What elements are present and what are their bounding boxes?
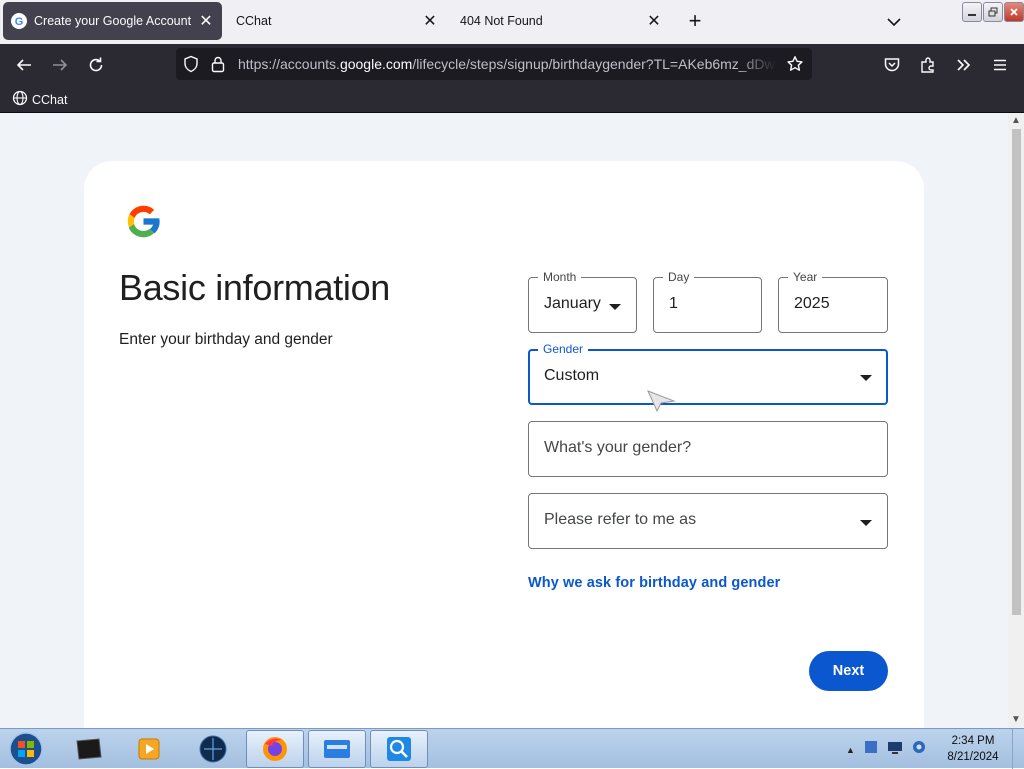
day-label: Day xyxy=(663,269,695,285)
bookmarks-toolbar: CChat xyxy=(0,85,1024,113)
forward-arrow-icon[interactable] xyxy=(46,51,74,79)
bookmark-label: CChat xyxy=(32,92,68,107)
url-fade xyxy=(736,48,776,80)
month-label: Month xyxy=(538,269,582,285)
clock-time: 2:34 PM xyxy=(951,735,995,747)
tab-label: 404 Not Found xyxy=(460,14,543,28)
day-input[interactable]: Day 1 xyxy=(653,269,762,333)
tab-close-icon[interactable]: ✕ xyxy=(194,9,218,33)
system-tray: ▲ xyxy=(846,739,927,760)
restore-window-button[interactable] xyxy=(983,2,1003,22)
clock-date: 8/21/2024 xyxy=(947,751,999,763)
windows-taskbar: ▲ 2:34 PM 8/21/2024 xyxy=(0,728,1024,769)
close-window-button[interactable] xyxy=(1004,2,1024,22)
why-birthday-gender-link[interactable]: Why we ask for birthday and gender xyxy=(528,575,780,591)
bookmark-star-icon[interactable] xyxy=(786,55,804,78)
reload-icon[interactable] xyxy=(82,51,110,79)
extensions-puzzle-icon[interactable] xyxy=(914,51,942,79)
tab-label: CChat xyxy=(236,14,272,28)
show-hidden-icons-arrow-icon[interactable]: ▲ xyxy=(846,745,855,755)
pocket-icon[interactable] xyxy=(878,51,906,79)
url-prefix: https://accounts. xyxy=(238,56,340,72)
custom-gender-placeholder: What's your gender? xyxy=(544,439,692,456)
mouse-cursor-icon xyxy=(646,389,676,418)
hamburger-menu-icon[interactable] xyxy=(986,51,1014,79)
tab-close-icon[interactable]: ✕ xyxy=(418,9,442,33)
window-controls xyxy=(962,2,1024,22)
tray-display-icon[interactable] xyxy=(887,739,903,760)
bookmark-cchat[interactable]: CChat xyxy=(12,90,67,109)
overflow-double-chevron-icon[interactable] xyxy=(950,51,978,79)
url-text[interactable]: https://accounts.google.com/lifecycle/st… xyxy=(238,56,776,72)
day-value: 1 xyxy=(669,295,678,312)
page-title: Basic information xyxy=(119,267,391,308)
tray-app-icon[interactable] xyxy=(863,739,879,760)
url-path: /lifecycle/steps/signup/birthdaygender?T… xyxy=(412,56,776,72)
gender-label: Gender xyxy=(538,341,589,357)
next-button[interactable]: Next xyxy=(809,651,888,691)
month-select[interactable]: Month January xyxy=(528,269,637,333)
back-arrow-icon[interactable] xyxy=(10,51,38,79)
taskbar-clock[interactable]: 2:34 PM 8/21/2024 xyxy=(940,733,1006,765)
tab-label: Create your Google Account xyxy=(34,14,192,28)
firefox-icon[interactable] xyxy=(246,730,304,768)
google-logo-icon xyxy=(123,201,164,242)
search-app-icon[interactable] xyxy=(370,730,428,768)
dropdown-caret-icon xyxy=(609,304,621,310)
tracking-protection-shield-icon[interactable] xyxy=(182,55,200,78)
scroll-up-arrow-icon[interactable]: ▲ xyxy=(1011,116,1021,126)
month-value: January xyxy=(544,295,601,312)
start-button-windows-orb-icon[interactable] xyxy=(6,731,46,767)
url-domain: google.com xyxy=(339,56,413,72)
dropdown-caret-icon xyxy=(860,375,872,381)
gender-select[interactable]: Gender Custom xyxy=(528,341,888,405)
scrollbar-thumb[interactable] xyxy=(1012,129,1021,615)
tab-create-google-account[interactable]: G Create your Google Account ✕ xyxy=(3,2,222,40)
page-scrollbar[interactable]: ▲ ▼ xyxy=(1008,113,1024,728)
pronoun-placeholder: Please refer to me as xyxy=(544,511,697,528)
year-value: 2025 xyxy=(794,295,830,312)
media-player-icon[interactable] xyxy=(120,730,178,768)
window-app-icon[interactable] xyxy=(308,730,366,768)
taskbar-terminal-app-icon[interactable] xyxy=(60,730,118,768)
list-all-tabs-chevron-down-icon[interactable] xyxy=(882,10,906,34)
tab-404-not-found[interactable]: 404 Not Found ✕ xyxy=(452,2,670,40)
year-input[interactable]: Year 2025 xyxy=(778,269,888,333)
network-icon[interactable] xyxy=(184,730,242,768)
tab-close-icon[interactable]: ✕ xyxy=(642,9,666,33)
gender-value: Custom xyxy=(544,367,600,384)
custom-gender-input[interactable]: What's your gender? xyxy=(528,421,888,477)
dropdown-caret-icon xyxy=(860,520,872,526)
pronoun-select[interactable]: Please refer to me as xyxy=(528,493,888,549)
page-viewport: Basic information Enter your birthday an… xyxy=(0,113,1008,728)
google-favicon-icon: G xyxy=(11,13,27,29)
year-label: Year xyxy=(788,269,823,285)
svg-text:G: G xyxy=(15,16,24,28)
globe-icon xyxy=(12,90,28,109)
lock-icon[interactable] xyxy=(210,55,226,78)
new-tab-button[interactable]: + xyxy=(682,9,708,35)
signup-card: Basic information Enter your birthday an… xyxy=(84,161,924,728)
tray-network-icon[interactable] xyxy=(911,739,927,760)
tab-strip: G Create your Google Account ✕ CChat ✕ 4… xyxy=(0,0,1024,44)
navigation-toolbar: https://accounts.google.com/lifecycle/st… xyxy=(0,44,1024,85)
scroll-down-arrow-icon[interactable]: ▼ xyxy=(1011,715,1021,725)
minimize-window-button[interactable] xyxy=(962,2,982,22)
address-bar[interactable]: https://accounts.google.com/lifecycle/st… xyxy=(176,48,812,80)
tab-cchat[interactable]: CChat ✕ xyxy=(228,2,446,40)
show-desktop-button[interactable] xyxy=(1012,729,1024,769)
page-subtitle: Enter your birthday and gender xyxy=(119,331,333,348)
